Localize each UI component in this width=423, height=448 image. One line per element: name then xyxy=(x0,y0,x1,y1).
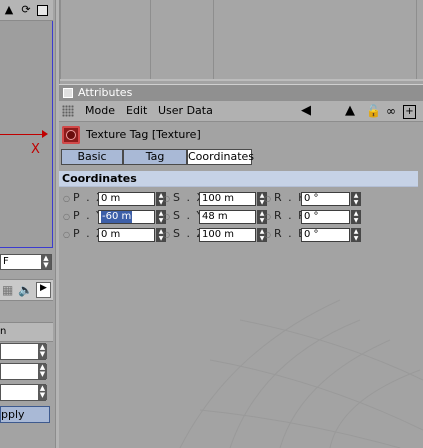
py-field[interactable]: -60 m ▲ ▼ xyxy=(98,210,166,224)
letter-a-icon[interactable]: ▲ xyxy=(3,4,15,16)
up-arrow-icon[interactable]: ▲ xyxy=(345,103,355,119)
apply-button[interactable]: pply xyxy=(0,406,50,423)
x-axis-label: X xyxy=(31,142,40,157)
rotate-icon[interactable]: ⟳ xyxy=(20,4,32,16)
left-dropdown-value: F xyxy=(3,256,9,267)
rp-field[interactable]: 0 ° ▲ ▼ xyxy=(301,210,361,224)
texture-tag-icon xyxy=(62,126,80,144)
attributes-menubar: Mode Edit User Data ◀ ▲ 🔓 ∞ + xyxy=(59,101,423,122)
rb-field[interactable]: 0 ° ▲ ▼ xyxy=(301,228,361,242)
stepper-icon[interactable]: ▲ ▼ xyxy=(351,228,361,242)
attributes-title: Attributes xyxy=(78,86,133,99)
x-axis-arrow-icon xyxy=(42,130,48,138)
rh-field[interactable]: 0 ° ▲ ▼ xyxy=(301,192,361,206)
stepper-icon[interactable]: ▲ ▼ xyxy=(351,210,361,224)
x-axis-line xyxy=(0,134,44,135)
stepper-icon[interactable]: ▲ ▼ xyxy=(38,385,47,400)
viewport-grid xyxy=(179,299,423,448)
menu-edit[interactable]: Edit xyxy=(126,104,147,118)
label-rp: ○ R . P xyxy=(264,209,307,222)
new-panel-icon[interactable]: + xyxy=(403,105,416,119)
px-field[interactable]: 0 m ▲ ▼ xyxy=(98,192,166,206)
left-viewport-toolbar: ▲ ⟳ xyxy=(0,0,53,21)
attributes-title-bar: Attributes xyxy=(59,84,423,101)
tag-title: Texture Tag [Texture] xyxy=(86,128,201,141)
menu-user-data[interactable]: User Data xyxy=(158,104,213,118)
stepper-icon[interactable]: ▲ ▼ xyxy=(38,344,47,359)
lock-icon[interactable]: 🔓 xyxy=(366,103,381,119)
tab-coordinates[interactable]: Coordinates xyxy=(187,149,254,165)
menu-mode[interactable]: Mode xyxy=(85,104,115,118)
left-icon-strip: ▦ 🔈 ▶ xyxy=(0,279,53,301)
grid-icon[interactable]: ▦ xyxy=(2,283,13,297)
sy-field[interactable]: 48 m ▲ ▼ xyxy=(199,210,267,224)
top-viewport[interactable] xyxy=(60,0,423,81)
link-icon[interactable]: ∞ xyxy=(386,103,396,119)
pz-field[interactable]: 0 m ▲ ▼ xyxy=(98,228,166,242)
back-arrow-icon[interactable]: ◀ xyxy=(301,103,311,119)
section-title: Coordinates xyxy=(62,172,137,185)
tab-tag[interactable]: Tag xyxy=(123,149,187,165)
panel-menu-icon[interactable] xyxy=(63,88,73,98)
sz-field[interactable]: 100 m ▲ ▼ xyxy=(199,228,267,242)
cursor-icon[interactable]: ▶ xyxy=(36,282,51,298)
dropdown-arrow-icon[interactable]: ▲ ▼ xyxy=(41,255,51,269)
left-panel-header: n xyxy=(0,322,53,342)
speaker-icon[interactable]: 🔈 xyxy=(18,283,33,297)
sx-field[interactable]: 100 m ▲ ▼ xyxy=(199,192,267,206)
tab-basic[interactable]: Basic xyxy=(61,149,123,165)
grip-icon[interactable] xyxy=(62,105,74,117)
stepper-icon[interactable]: ▲ ▼ xyxy=(351,192,361,206)
window-icon[interactable] xyxy=(37,5,48,16)
stepper-icon[interactable]: ▲ ▼ xyxy=(38,364,47,379)
